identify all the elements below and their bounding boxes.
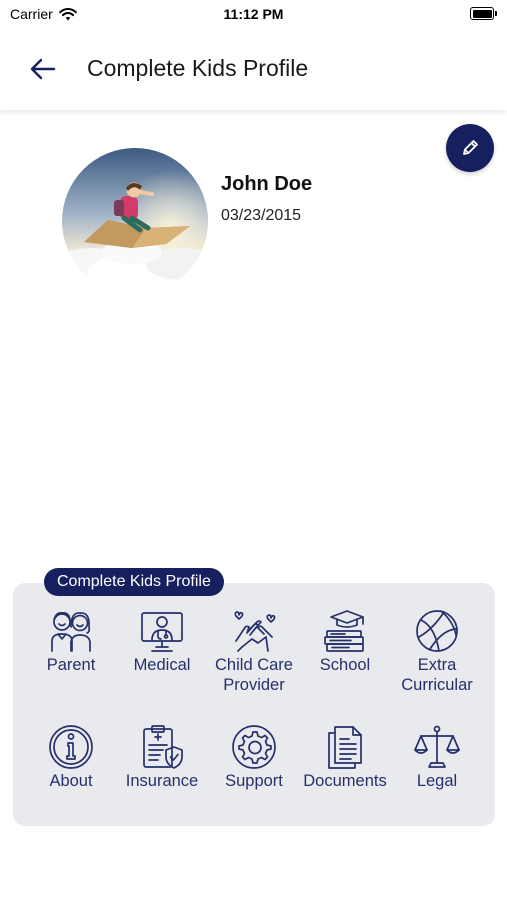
menu-item-label: School: [319, 656, 371, 674]
menu-item-medical[interactable]: Medical: [115, 607, 209, 675]
menu-item-parent[interactable]: Parent: [24, 607, 118, 675]
kid-avatar: [62, 148, 208, 294]
doctor-icon: [141, 612, 183, 652]
edit-profile-button[interactable]: [446, 124, 494, 172]
menu-item-support[interactable]: Support: [207, 723, 301, 791]
status-time: 11:12 PM: [223, 6, 284, 22]
caring-hands-icon: [234, 611, 276, 652]
scales-icon: [414, 725, 460, 768]
parents-icon: [51, 612, 91, 652]
pencil-icon: [463, 140, 478, 155]
menu-item-label: Support: [225, 772, 283, 790]
menu-item-label: Documents: [303, 772, 387, 790]
menu-item-label: Child Care Provider: [215, 656, 293, 694]
kid-birthdate: 03/23/2015: [221, 207, 302, 224]
documents-icon: [328, 726, 362, 769]
menu-item-label: Medical: [133, 656, 191, 674]
ball-icon: [416, 610, 458, 652]
kid-name: John Doe: [221, 173, 313, 195]
menu-item-label: Parent: [46, 656, 96, 674]
menu-panel-title: Complete Kids Profile: [44, 568, 224, 596]
gear-support-icon: [232, 725, 276, 769]
nav-header: Complete Kids Profile: [0, 30, 507, 110]
menu-item-insurance[interactable]: Insurance: [115, 723, 209, 791]
menu-item-documents[interactable]: Documents: [298, 723, 392, 791]
status-bar: Carrier 11:12 PM: [0, 0, 507, 30]
battery-icon: [470, 7, 497, 20]
menu-item-extra-curricular[interactable]: Extra Curricular: [390, 607, 484, 695]
back-button[interactable]: [26, 54, 60, 84]
menu-item-about[interactable]: About: [24, 723, 118, 791]
graduation-books-icon: [324, 610, 364, 652]
menu-item-label: Legal: [416, 772, 458, 790]
arrow-left-icon: [30, 58, 56, 80]
insurance-icon: [143, 725, 183, 769]
menu-item-child-care-provider[interactable]: Child Care Provider: [207, 607, 301, 695]
page-title: Complete Kids Profile: [87, 55, 309, 81]
menu-item-legal[interactable]: Legal: [390, 723, 484, 791]
menu-item-label: About: [49, 772, 93, 790]
menu-item-school[interactable]: School: [298, 607, 392, 675]
menu-item-label: Extra Curricular: [401, 656, 473, 694]
info-icon: [49, 725, 93, 769]
menu-item-label: Insurance: [125, 772, 199, 790]
